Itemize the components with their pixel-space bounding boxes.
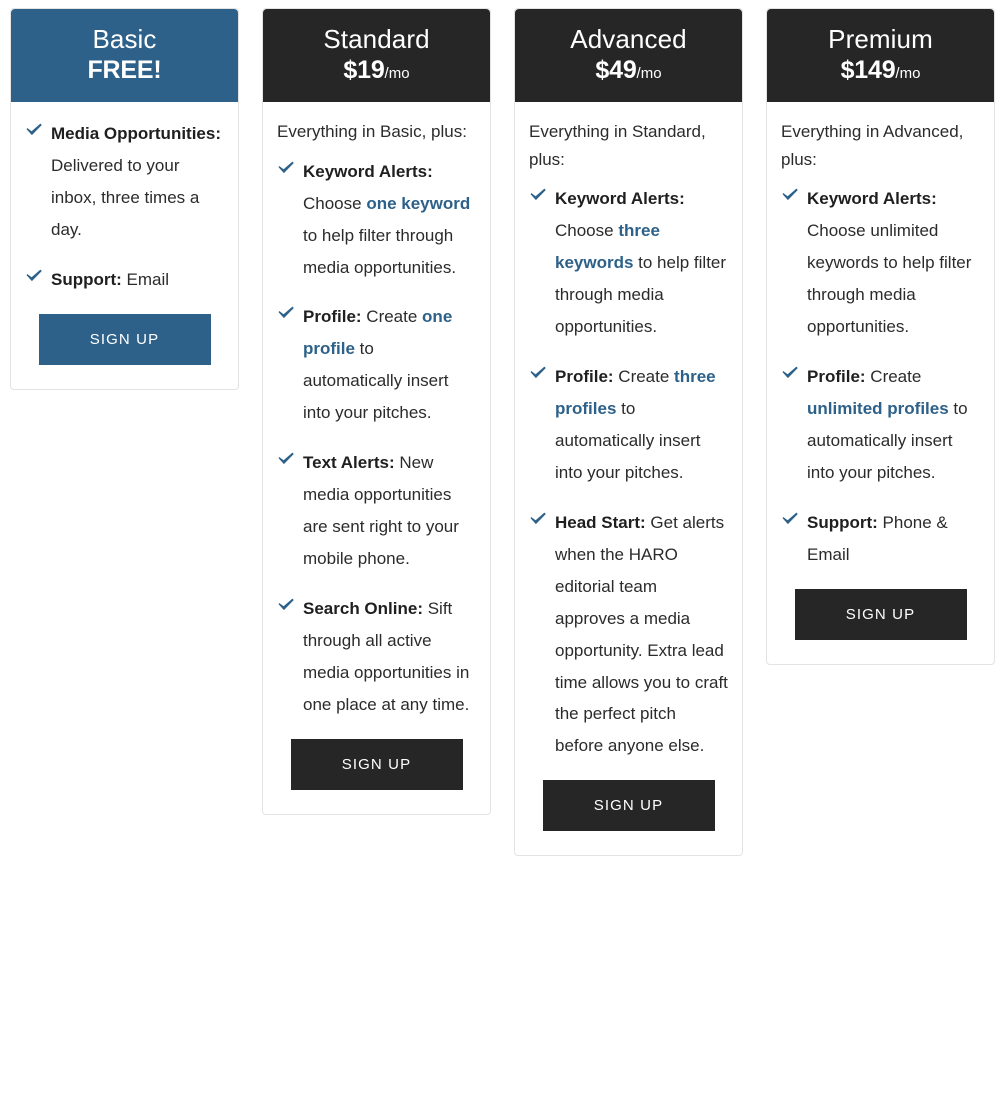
signup-button-basic[interactable]: SIGN UP — [38, 313, 211, 365]
plan-price: $49 — [595, 56, 637, 85]
feature-item: Profile: Create one profile to automatic… — [277, 301, 476, 429]
plan-name: Advanced — [570, 24, 687, 54]
feature-description: Create — [361, 307, 423, 327]
feature-description: Create — [865, 366, 922, 386]
plan-name: Standard — [323, 24, 430, 54]
feature-term: Keyword Alerts: — [303, 161, 433, 181]
plan-card-standard: Standard $19/mo Everything in Basic, plus:… — [262, 8, 491, 815]
signup-button-wrap: SIGN UP — [11, 300, 238, 389]
feature-highlight: one keyword — [366, 193, 471, 213]
feature-item: Text Alerts: New media opportunities are… — [277, 447, 476, 575]
check-icon — [781, 510, 799, 528]
check-icon — [277, 596, 295, 614]
feature-item: Profile: Create unlimited profiles to au… — [781, 361, 980, 489]
signup-button-wrap: SIGN UP — [515, 766, 742, 855]
signup-button-wrap: SIGN UP — [263, 725, 490, 814]
feature-description: Choose — [303, 193, 367, 213]
feature-list: Media Opportunities: Delivered to your i… — [25, 118, 224, 296]
plan-price-line: $19/mo — [275, 56, 478, 84]
feature-description: Choose unlimited keywords to help filter… — [807, 221, 972, 336]
feature-term: Profile: — [555, 366, 614, 386]
feature-description-cont: to help filter through media opportuniti… — [303, 225, 457, 277]
signup-button-wrap: SIGN UP — [767, 575, 994, 664]
check-icon — [529, 510, 547, 528]
feature-term: Keyword Alerts: — [807, 189, 937, 209]
feature-description: Delivered to your inbox, three times a d… — [51, 156, 200, 239]
plan-price-period: /mo — [384, 65, 410, 83]
feature-description: Get alerts when the HARO editorial team … — [555, 512, 728, 756]
plan-intro-text: Everything in Standard, plus: — [529, 122, 706, 169]
plan-price-period: /mo — [636, 65, 662, 83]
plan-price: $19 — [343, 56, 385, 85]
plan-header-advanced: Advanced $49/mo — [515, 9, 742, 103]
plan-body-premium: Everything in Advanced, plus: Keyword Ale… — [767, 102, 994, 575]
signup-button-standard[interactable]: SIGN UP — [290, 738, 463, 790]
plan-name: Premium — [828, 24, 933, 54]
feature-list: Keyword Alerts: Choose unlimited keyword… — [781, 183, 980, 570]
plan-price-line: FREE! — [23, 56, 226, 84]
plan-name: Basic — [92, 24, 157, 54]
signup-button-premium[interactable]: SIGN UP — [794, 588, 967, 640]
feature-item: Head Start: Get alerts when the HARO edi… — [529, 507, 728, 763]
plan-header-basic: Basic FREE! — [11, 9, 238, 103]
feature-item: Keyword Alerts: Choose unlimited keyword… — [781, 183, 980, 343]
feature-term: Keyword Alerts: — [555, 189, 685, 209]
plan-body-advanced: Everything in Standard, plus: Keyword Ale… — [515, 102, 742, 766]
feature-description: Choose — [555, 221, 619, 241]
plan-card-basic: Basic FREE! Media Opportunities: Delivered… — [10, 8, 239, 390]
feature-item: Media Opportunities: Delivered to your i… — [25, 118, 224, 246]
plan-price-period: /mo — [895, 65, 921, 83]
plan-card-premium: Premium $149/mo Everything in Advanced, pl… — [766, 8, 995, 665]
feature-list: Keyword Alerts: Choose three keywords to… — [529, 183, 728, 762]
feature-term: Support: — [51, 269, 122, 289]
plan-card-advanced: Advanced $49/mo Everything in Standard, pl… — [514, 8, 743, 857]
feature-term: Text Alerts: — [303, 453, 395, 473]
check-icon — [781, 186, 799, 204]
plan-price-line: $149/mo — [779, 56, 982, 84]
plan-header-standard: Standard $19/mo — [263, 9, 490, 103]
feature-item: Profile: Create three profiles to automa… — [529, 361, 728, 489]
feature-highlight: unlimited profiles — [807, 398, 949, 418]
plan-body-standard: Everything in Basic, plus: Keyword Alerts… — [263, 102, 490, 725]
check-icon — [277, 304, 295, 322]
check-icon — [25, 267, 43, 285]
check-icon — [529, 364, 547, 382]
plan-price: FREE! — [87, 56, 162, 85]
feature-term: Head Start: — [555, 512, 646, 532]
feature-term: Support: — [807, 512, 878, 532]
feature-term: Profile: — [807, 366, 866, 386]
plan-header-premium: Premium $149/mo — [767, 9, 994, 103]
check-icon — [25, 121, 43, 139]
feature-item: Keyword Alerts: Choose three keywords to… — [529, 183, 728, 343]
feature-term: Media Opportunities: — [51, 124, 221, 144]
feature-item: Search Online: Sift through all active m… — [277, 593, 476, 721]
plan-intro-text: Everything in Basic, plus: — [277, 122, 467, 142]
signup-button-advanced[interactable]: SIGN UP — [542, 780, 715, 832]
plan-body-basic: Media Opportunities: Delivered to your i… — [11, 102, 238, 300]
feature-item: Support: Phone & Email — [781, 507, 980, 571]
feature-item: Keyword Alerts: Choose one keyword to he… — [277, 156, 476, 284]
feature-term: Search Online: — [303, 599, 423, 619]
feature-term: Profile: — [303, 307, 362, 327]
feature-list: Keyword Alerts: Choose one keyword to he… — [277, 156, 476, 721]
check-icon — [529, 186, 547, 204]
pricing-plans-grid: Basic FREE! Media Opportunities: Delivered… — [0, 0, 1006, 857]
check-icon — [277, 159, 295, 177]
feature-item: Support: Email — [25, 264, 224, 296]
check-icon — [277, 450, 295, 468]
plan-price: $149 — [840, 56, 896, 85]
check-icon — [781, 364, 799, 382]
feature-description: Create — [613, 366, 675, 386]
plan-intro-text: Everything in Advanced, plus: — [781, 122, 964, 169]
plan-price-line: $49/mo — [527, 56, 730, 84]
feature-description: Email — [121, 269, 170, 289]
